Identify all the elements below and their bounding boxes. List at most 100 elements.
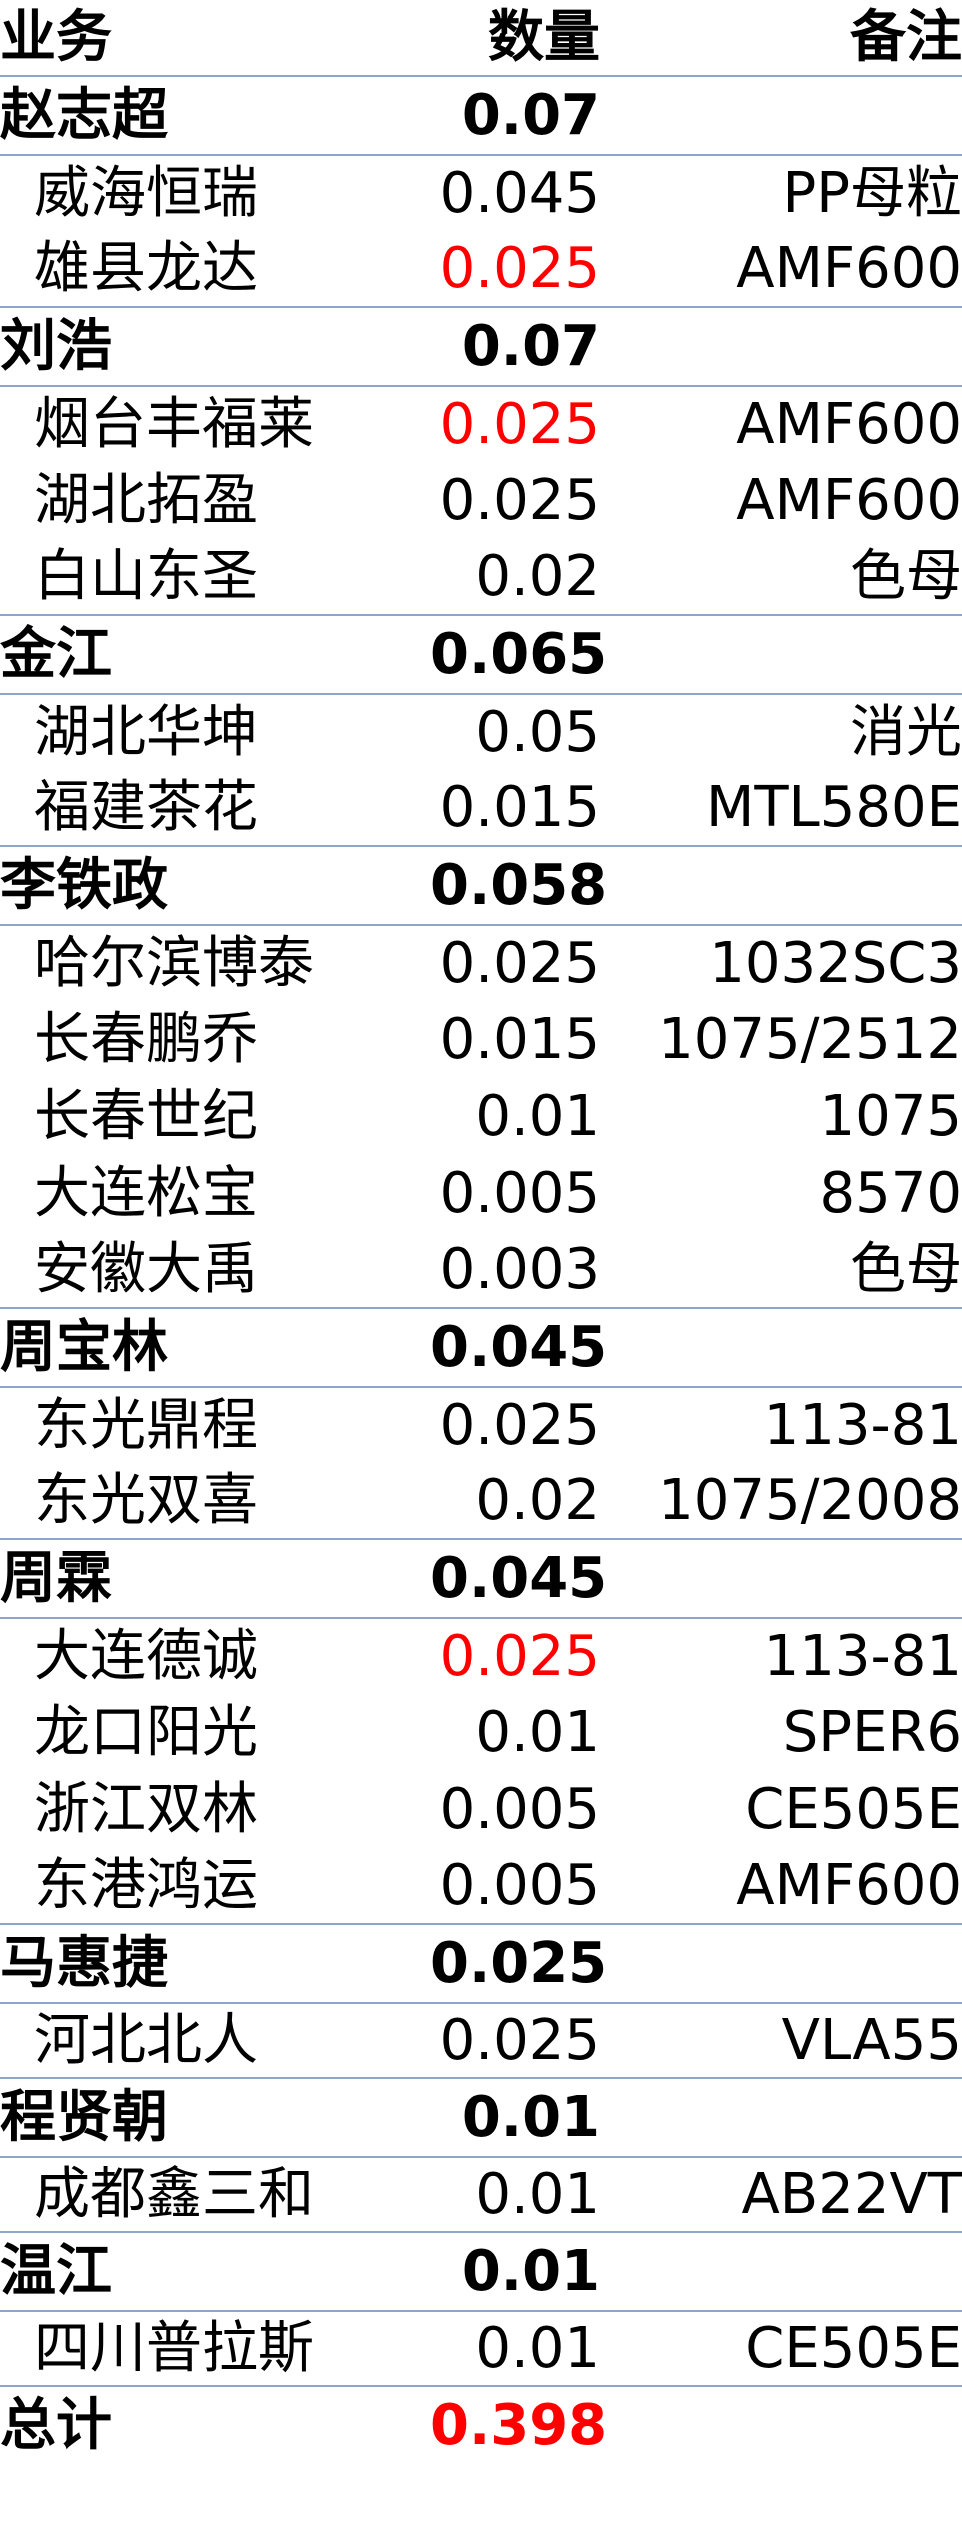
client-name: 长春鹏乔	[34, 1006, 258, 1072]
group-row: 周宝林 0.045	[0, 1309, 962, 1386]
client-note: AMF600	[736, 1852, 962, 1918]
group-row: 温江 0.01	[0, 2233, 962, 2310]
salesperson-name: 赵志超	[0, 82, 168, 148]
salesperson-name: 李铁政	[0, 852, 168, 918]
total-row: 总计 0.398	[0, 2387, 962, 2464]
group-row: 赵志超 0.07	[0, 77, 962, 154]
client-name: 大连德诚	[34, 1623, 258, 1689]
client-name: 长春世纪	[34, 1083, 258, 1149]
client-quantity: 0.025	[439, 467, 600, 533]
client-row: 河北北人 0.025 VLA55	[0, 2002, 962, 2079]
client-note: 色母	[850, 543, 962, 609]
client-quantity: 0.003	[439, 1236, 600, 1302]
client-row: 成都鑫三和 0.01 AB22VT	[0, 2156, 962, 2233]
client-note: 消光	[850, 699, 962, 765]
client-note: PP母粒	[782, 160, 962, 226]
header-business: 业务	[0, 4, 112, 70]
salesperson-name: 周霖	[0, 1545, 112, 1611]
client-row: 威海恒瑞 0.045 PP母粒	[0, 154, 962, 231]
client-name: 龙口阳光	[34, 1699, 258, 1765]
client-name: 东光双喜	[34, 1467, 258, 1533]
client-row: 雄县龙达 0.025 AMF600	[0, 231, 962, 308]
group-row: 李铁政 0.058	[0, 847, 962, 924]
client-quantity: 0.045	[439, 160, 600, 226]
client-quantity: 0.025	[439, 235, 600, 301]
client-row: 长春世纪 0.01 1075	[0, 1078, 962, 1155]
client-row: 四川普拉斯 0.01 CE505E	[0, 2310, 962, 2387]
client-quantity: 0.015	[439, 774, 600, 840]
client-row: 东港鸿运 0.005 AMF600	[0, 1848, 962, 1925]
salesperson-name: 温江	[0, 2238, 112, 2304]
client-row: 白山东圣 0.02 色母	[0, 539, 962, 616]
client-note: AB22VT	[741, 2161, 962, 2227]
client-quantity: 0.025	[439, 1392, 600, 1458]
client-row: 大连松宝 0.005 8570	[0, 1155, 962, 1232]
client-quantity: 0.025	[439, 930, 600, 996]
group-total: 0.058	[430, 852, 608, 918]
client-row: 浙江双林 0.005 CE505E	[0, 1771, 962, 1848]
client-name: 烟台丰福莱	[34, 391, 314, 457]
client-row: 大连德诚 0.025 113-81	[0, 1617, 962, 1694]
group-total: 0.065	[430, 621, 608, 687]
client-quantity: 0.025	[439, 1623, 600, 1689]
client-name: 大连松宝	[34, 1160, 258, 1226]
client-row: 湖北拓盈 0.025 AMF600	[0, 462, 962, 539]
client-note: AMF600	[736, 235, 962, 301]
client-note: 1075	[819, 1083, 962, 1149]
client-row: 湖北华坤 0.05 消光	[0, 693, 962, 770]
client-row: 长春鹏乔 0.015 1075/2512	[0, 1001, 962, 1078]
client-note: AMF600	[736, 391, 962, 457]
client-quantity: 0.05	[475, 699, 600, 765]
client-row: 安徽大禹 0.003 色母	[0, 1232, 962, 1309]
group-row: 马惠捷 0.025	[0, 1925, 962, 2002]
client-name: 白山东圣	[34, 543, 258, 609]
group-total: 0.025	[430, 1930, 608, 1996]
client-quantity: 0.025	[439, 2007, 600, 2073]
client-quantity: 0.005	[439, 1776, 600, 1842]
client-note: 8570	[819, 1160, 962, 1226]
client-note: SPER6	[782, 1699, 962, 1765]
group-total: 0.01	[461, 2084, 600, 2150]
client-name: 浙江双林	[34, 1776, 258, 1842]
client-name: 威海恒瑞	[34, 160, 258, 226]
salesperson-name: 刘浩	[0, 313, 112, 379]
client-note: VLA55	[781, 2007, 962, 2073]
client-name: 四川普拉斯	[34, 2315, 314, 2381]
client-note: 1075/2512	[658, 1006, 962, 1072]
total-label: 总计	[0, 2392, 112, 2458]
client-quantity: 0.025	[439, 391, 600, 457]
group-total: 0.045	[430, 1545, 608, 1611]
client-note: 1075/2008	[658, 1467, 962, 1533]
client-quantity: 0.01	[475, 2315, 600, 2381]
client-name: 东光鼎程	[34, 1392, 258, 1458]
group-row: 刘浩 0.07	[0, 308, 962, 385]
header-quantity: 数量	[488, 4, 600, 70]
client-note: CE505E	[745, 2315, 962, 2381]
group-row: 周霖 0.045	[0, 1540, 962, 1617]
group-row: 程贤朝 0.01	[0, 2079, 962, 2156]
client-row: 东光鼎程 0.025 113-81	[0, 1386, 962, 1463]
client-name: 湖北华坤	[34, 699, 258, 765]
client-quantity: 0.005	[439, 1852, 600, 1918]
client-name: 雄县龙达	[34, 235, 258, 301]
client-note: 1032SC3	[709, 930, 962, 996]
client-note: MTL580E	[706, 774, 962, 840]
table-body: 赵志超 0.07 威海恒瑞 0.045 PP母粒 雄县龙达 0.025 AMF600 刘浩 0.0…	[0, 77, 962, 2387]
client-note: 色母	[850, 1236, 962, 1302]
group-total: 0.01	[461, 2238, 600, 2304]
client-name: 安徽大禹	[34, 1236, 258, 1302]
client-row: 哈尔滨博泰 0.025 1032SC3	[0, 924, 962, 1001]
group-total: 0.045	[430, 1314, 608, 1380]
client-quantity: 0.02	[475, 1467, 600, 1533]
group-total: 0.07	[461, 313, 600, 379]
client-row: 东光双喜 0.02 1075/2008	[0, 1463, 962, 1540]
client-quantity: 0.02	[475, 543, 600, 609]
client-name: 河北北人	[34, 2007, 258, 2073]
salesperson-name: 周宝林	[0, 1314, 168, 1380]
client-quantity: 0.015	[439, 1006, 600, 1072]
total-value: 0.398	[430, 2392, 608, 2458]
header-notes: 备注	[850, 4, 962, 70]
client-name: 福建茶花	[34, 774, 258, 840]
client-row: 龙口阳光 0.01 SPER6	[0, 1694, 962, 1771]
salesperson-name: 金江	[0, 621, 112, 687]
